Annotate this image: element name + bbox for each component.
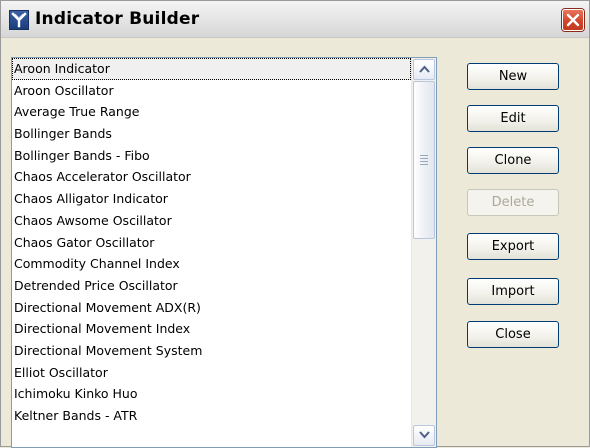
close-icon <box>566 13 580 27</box>
delete-button[interactable]: Delete <box>467 189 559 216</box>
indicator-list-items: Aroon Indicator Aroon Oscillator Average T… <box>12 58 411 427</box>
list-item[interactable]: Chaos Accelerator Oscillator <box>12 166 411 188</box>
grip-icon <box>420 155 428 167</box>
list-item[interactable]: Aroon Indicator <box>12 58 411 80</box>
list-item[interactable]: Elliot Oscillator <box>12 362 411 384</box>
list-item[interactable]: Commodity Channel Index <box>12 253 411 275</box>
chevron-down-icon <box>419 431 430 439</box>
app-logo-icon <box>9 10 29 30</box>
list-item[interactable]: Chaos Gator Oscillator <box>12 232 411 254</box>
list-item[interactable]: Ichimoku Kinko Huo <box>12 383 411 405</box>
list-item[interactable]: Detrended Price Oscillator <box>12 275 411 297</box>
list-item[interactable]: Average True Range <box>12 101 411 123</box>
title-bar[interactable]: Indicator Builder <box>1 1 589 38</box>
list-scrollbar[interactable] <box>411 58 436 447</box>
scroll-thumb[interactable] <box>413 81 435 239</box>
new-button[interactable]: New <box>467 63 559 90</box>
list-item[interactable]: Chaos Awsome Oscillator <box>12 210 411 232</box>
chevron-up-icon <box>419 65 430 73</box>
indicator-builder-window: Indicator Builder Aroon Indicator Aroon O… <box>0 0 590 448</box>
clone-button[interactable]: Clone <box>467 147 559 174</box>
list-item[interactable]: Bollinger Bands - Fibo <box>12 145 411 167</box>
list-item[interactable]: Bollinger Bands <box>12 123 411 145</box>
close-window-button[interactable] <box>562 9 584 31</box>
window-title: Indicator Builder <box>35 9 200 29</box>
indicator-list[interactable]: Aroon Indicator Aroon Oscillator Average T… <box>11 57 437 448</box>
list-item[interactable]: Directional Movement ADX(R) <box>12 297 411 319</box>
list-item[interactable]: Chaos Alligator Indicator <box>12 188 411 210</box>
list-item[interactable]: Directional Movement Index <box>12 318 411 340</box>
scroll-up-button[interactable] <box>413 59 435 80</box>
close-button[interactable]: Close <box>467 321 559 348</box>
scroll-down-button[interactable] <box>413 425 435 446</box>
list-item[interactable]: Directional Movement System <box>12 340 411 362</box>
import-button[interactable]: Import <box>467 278 559 305</box>
edit-button[interactable]: Edit <box>467 105 559 132</box>
export-button[interactable]: Export <box>467 233 559 260</box>
list-item[interactable]: Aroon Oscillator <box>12 80 411 102</box>
list-item[interactable]: Keltner Bands - ATR <box>12 405 411 427</box>
